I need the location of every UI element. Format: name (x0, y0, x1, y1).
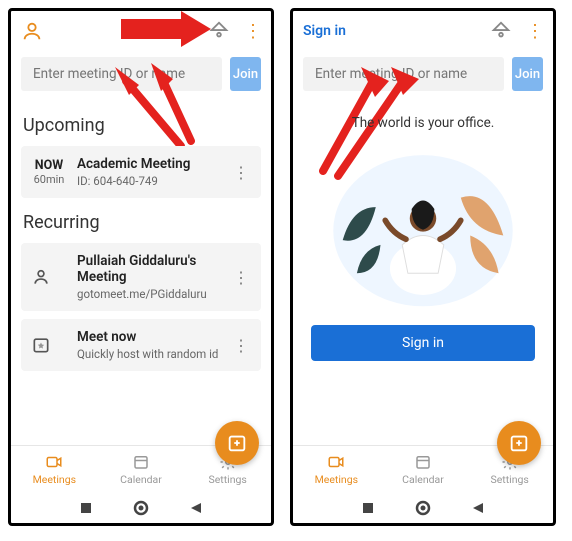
sys-square-icon[interactable] (361, 501, 375, 515)
signin-button[interactable]: Sign in (311, 325, 535, 361)
nav-calendar[interactable]: Calendar (380, 446, 467, 493)
nav-label: Settings (209, 473, 247, 486)
meetings-icon (45, 453, 63, 471)
meeting-id: ID: 604-640-749 (77, 174, 219, 188)
now-label: NOW (31, 158, 67, 173)
card-more-icon[interactable]: ⋮ (229, 268, 253, 287)
more-icon[interactable]: ⋮ (244, 21, 261, 42)
signin-link[interactable]: Sign in (303, 23, 346, 39)
cast-icon[interactable] (208, 20, 230, 42)
recurring-card[interactable]: Meet now Quickly host with random id ⋮ (21, 319, 261, 371)
meeting-id-input[interactable] (21, 57, 222, 91)
meeting-title: Academic Meeting (77, 156, 219, 172)
upcoming-heading: Upcoming (23, 115, 259, 136)
meetings-icon (327, 453, 345, 471)
nav-calendar[interactable]: Calendar (98, 446, 185, 493)
android-nav (11, 493, 271, 523)
calendar-plus-icon (508, 432, 530, 454)
recurring-title: Meet now (77, 329, 219, 345)
meeting-id-input[interactable] (303, 57, 504, 91)
nav-label: Calendar (120, 473, 162, 486)
cast-icon[interactable] (490, 20, 512, 42)
sys-square-icon[interactable] (79, 501, 93, 515)
calendar-star-icon (31, 335, 51, 355)
nav-meetings[interactable]: Meetings (293, 446, 380, 493)
more-icon[interactable]: ⋮ (526, 21, 543, 42)
calendar-icon (414, 453, 432, 471)
hero-illustration (328, 141, 518, 311)
recurring-title: Pullaiah Giddaluru's Meeting (77, 253, 219, 285)
nav-label: Calendar (402, 473, 444, 486)
calendar-plus-icon (226, 432, 248, 454)
hero-text: The world is your office. (303, 115, 543, 131)
card-more-icon[interactable]: ⋮ (229, 163, 253, 182)
new-meeting-fab[interactable] (497, 421, 541, 465)
nav-label: Meetings (315, 473, 358, 486)
join-button[interactable]: Join (230, 57, 261, 91)
nav-label: Settings (491, 473, 529, 486)
search-row: Join (11, 51, 271, 101)
phone-right: Sign in ⋮ Join The world is your office. (290, 8, 556, 526)
phone-left: ⋮ Join Upcoming NOW 60min Academic Meeti… (8, 8, 274, 526)
sys-back-icon[interactable] (471, 501, 485, 515)
topbar: ⋮ (11, 11, 271, 51)
person-icon (31, 267, 51, 287)
nav-label: Meetings (33, 473, 76, 486)
recurring-heading: Recurring (23, 212, 259, 233)
upcoming-meeting-card[interactable]: NOW 60min Academic Meeting ID: 604-640-7… (21, 146, 261, 198)
join-button[interactable]: Join (512, 57, 543, 91)
new-meeting-fab[interactable] (215, 421, 259, 465)
profile-icon[interactable] (21, 20, 43, 42)
search-row: Join (293, 51, 553, 101)
topbar: Sign in ⋮ (293, 11, 553, 51)
content-area: Upcoming NOW 60min Academic Meeting ID: … (11, 101, 271, 445)
recurring-sub: gotomeet.me/PGiddaluru (77, 287, 219, 301)
nav-meetings[interactable]: Meetings (11, 446, 98, 493)
sys-back-icon[interactable] (189, 501, 203, 515)
sys-circle-icon[interactable] (415, 500, 431, 516)
calendar-icon (132, 453, 150, 471)
android-nav (293, 493, 553, 523)
content-area: The world is your office. (293, 101, 553, 445)
card-more-icon[interactable]: ⋮ (229, 336, 253, 355)
recurring-card[interactable]: Pullaiah Giddaluru's Meeting gotomeet.me… (21, 243, 261, 311)
duration-label: 60min (31, 173, 67, 186)
sys-circle-icon[interactable] (133, 500, 149, 516)
recurring-sub: Quickly host with random id (77, 347, 219, 361)
